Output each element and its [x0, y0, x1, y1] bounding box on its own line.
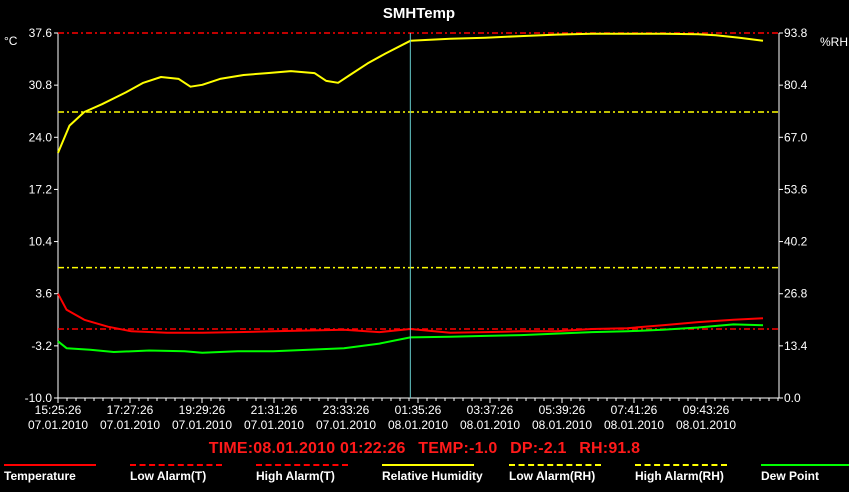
left-tick-label: 3.6 [35, 287, 52, 301]
x-tick-date: 07.01.2010 [316, 418, 376, 432]
legend-label: Temperature [4, 469, 76, 483]
right-tick-label: 93.8 [784, 26, 808, 40]
legend-swatch [256, 464, 348, 466]
right-axis-unit: %RH [820, 35, 848, 49]
right-tick-label: 80.4 [784, 78, 808, 92]
x-tick-time: 19:29:26 [179, 403, 226, 417]
x-tick-time: 03:37:26 [467, 403, 514, 417]
left-tick-label: 30.8 [29, 78, 53, 92]
x-tick-date: 07.01.2010 [172, 418, 232, 432]
right-tick-label: 0.0 [784, 391, 801, 405]
readout-time: TIME:08.01.2010 01:22:26 [208, 440, 406, 457]
x-tick-date: 07.01.2010 [28, 418, 88, 432]
left-tick-label: 24.0 [29, 130, 53, 144]
left-tick-label: -3.2 [31, 339, 52, 353]
legend-label: Dew Point [761, 469, 820, 483]
legend-swatch [509, 464, 601, 466]
x-tick-time: 05:39:26 [539, 403, 586, 417]
left-tick-label: 17.2 [29, 182, 53, 196]
legend-label: High Alarm(RH) [635, 469, 724, 483]
readout-humidity: RH:91.8 [579, 440, 641, 457]
legend-label: Low Alarm(RH) [509, 469, 596, 483]
right-tick-label: 67.0 [784, 130, 808, 144]
chart-title: SMHTemp [383, 5, 455, 22]
plot-frame [57, 33, 780, 401]
x-tick-date: 08.01.2010 [460, 418, 520, 432]
x-axis-ticks: 15:25:2607.01.201017:27:2607.01.201019:2… [28, 398, 736, 432]
x-tick-time: 15:25:26 [35, 403, 82, 417]
cursor-readout: TIME:08.01.2010 01:22:26 TEMP:-1.0 DP:-2… [0, 440, 849, 458]
x-tick-time: 07:41:26 [611, 403, 658, 417]
x-tick-time: 01:35:26 [395, 403, 442, 417]
right-tick-label: 26.8 [784, 287, 808, 301]
x-tick-date: 08.01.2010 [676, 418, 736, 432]
x-tick-time: 23:33:26 [323, 403, 370, 417]
legend-label: High Alarm(T) [256, 469, 335, 483]
right-tick-label: 40.2 [784, 235, 808, 249]
left-axis-unit: °C [4, 34, 18, 48]
right-axis-ticks: 93.8 80.4 67.0 53.6 40.2 26.8 13.4 0.0 [779, 26, 808, 405]
x-tick-date: 07.01.2010 [244, 418, 304, 432]
x-tick-time: 17:27:26 [107, 403, 154, 417]
legend-swatch [635, 464, 727, 466]
legend-swatch [382, 464, 474, 466]
left-tick-label: 37.6 [29, 26, 53, 40]
legend-swatch [761, 464, 849, 466]
legend-swatch [130, 464, 222, 466]
x-tick-time: 09:43:26 [683, 403, 730, 417]
x-tick-time: 21:31:26 [251, 403, 298, 417]
x-tick-date: 08.01.2010 [532, 418, 592, 432]
right-tick-label: 53.6 [784, 182, 808, 196]
chart-legend: Temperature Low Alarm(T) High Alarm(T) Rela… [0, 462, 849, 492]
x-tick-date: 07.01.2010 [100, 418, 160, 432]
legend-label: Relative Humidity [382, 469, 483, 483]
chart-canvas: SMHTemp °C %RH 37.6 30.8 24.0 17.2 10.4 3.6 -3… [4, 5, 848, 432]
legend-label: Low Alarm(T) [130, 469, 207, 483]
legend-swatch [4, 464, 96, 466]
x-tick-date: 08.01.2010 [604, 418, 664, 432]
readout-temp: TEMP:-1.0 [418, 440, 498, 457]
left-tick-label: 10.4 [29, 235, 53, 249]
readout-dewpoint: DP:-2.1 [510, 440, 567, 457]
right-tick-label: 13.4 [784, 339, 808, 353]
left-axis-ticks: 37.630.824.017.210.43.6-3.2-10.0 [25, 26, 58, 405]
x-tick-date: 08.01.2010 [388, 418, 448, 432]
